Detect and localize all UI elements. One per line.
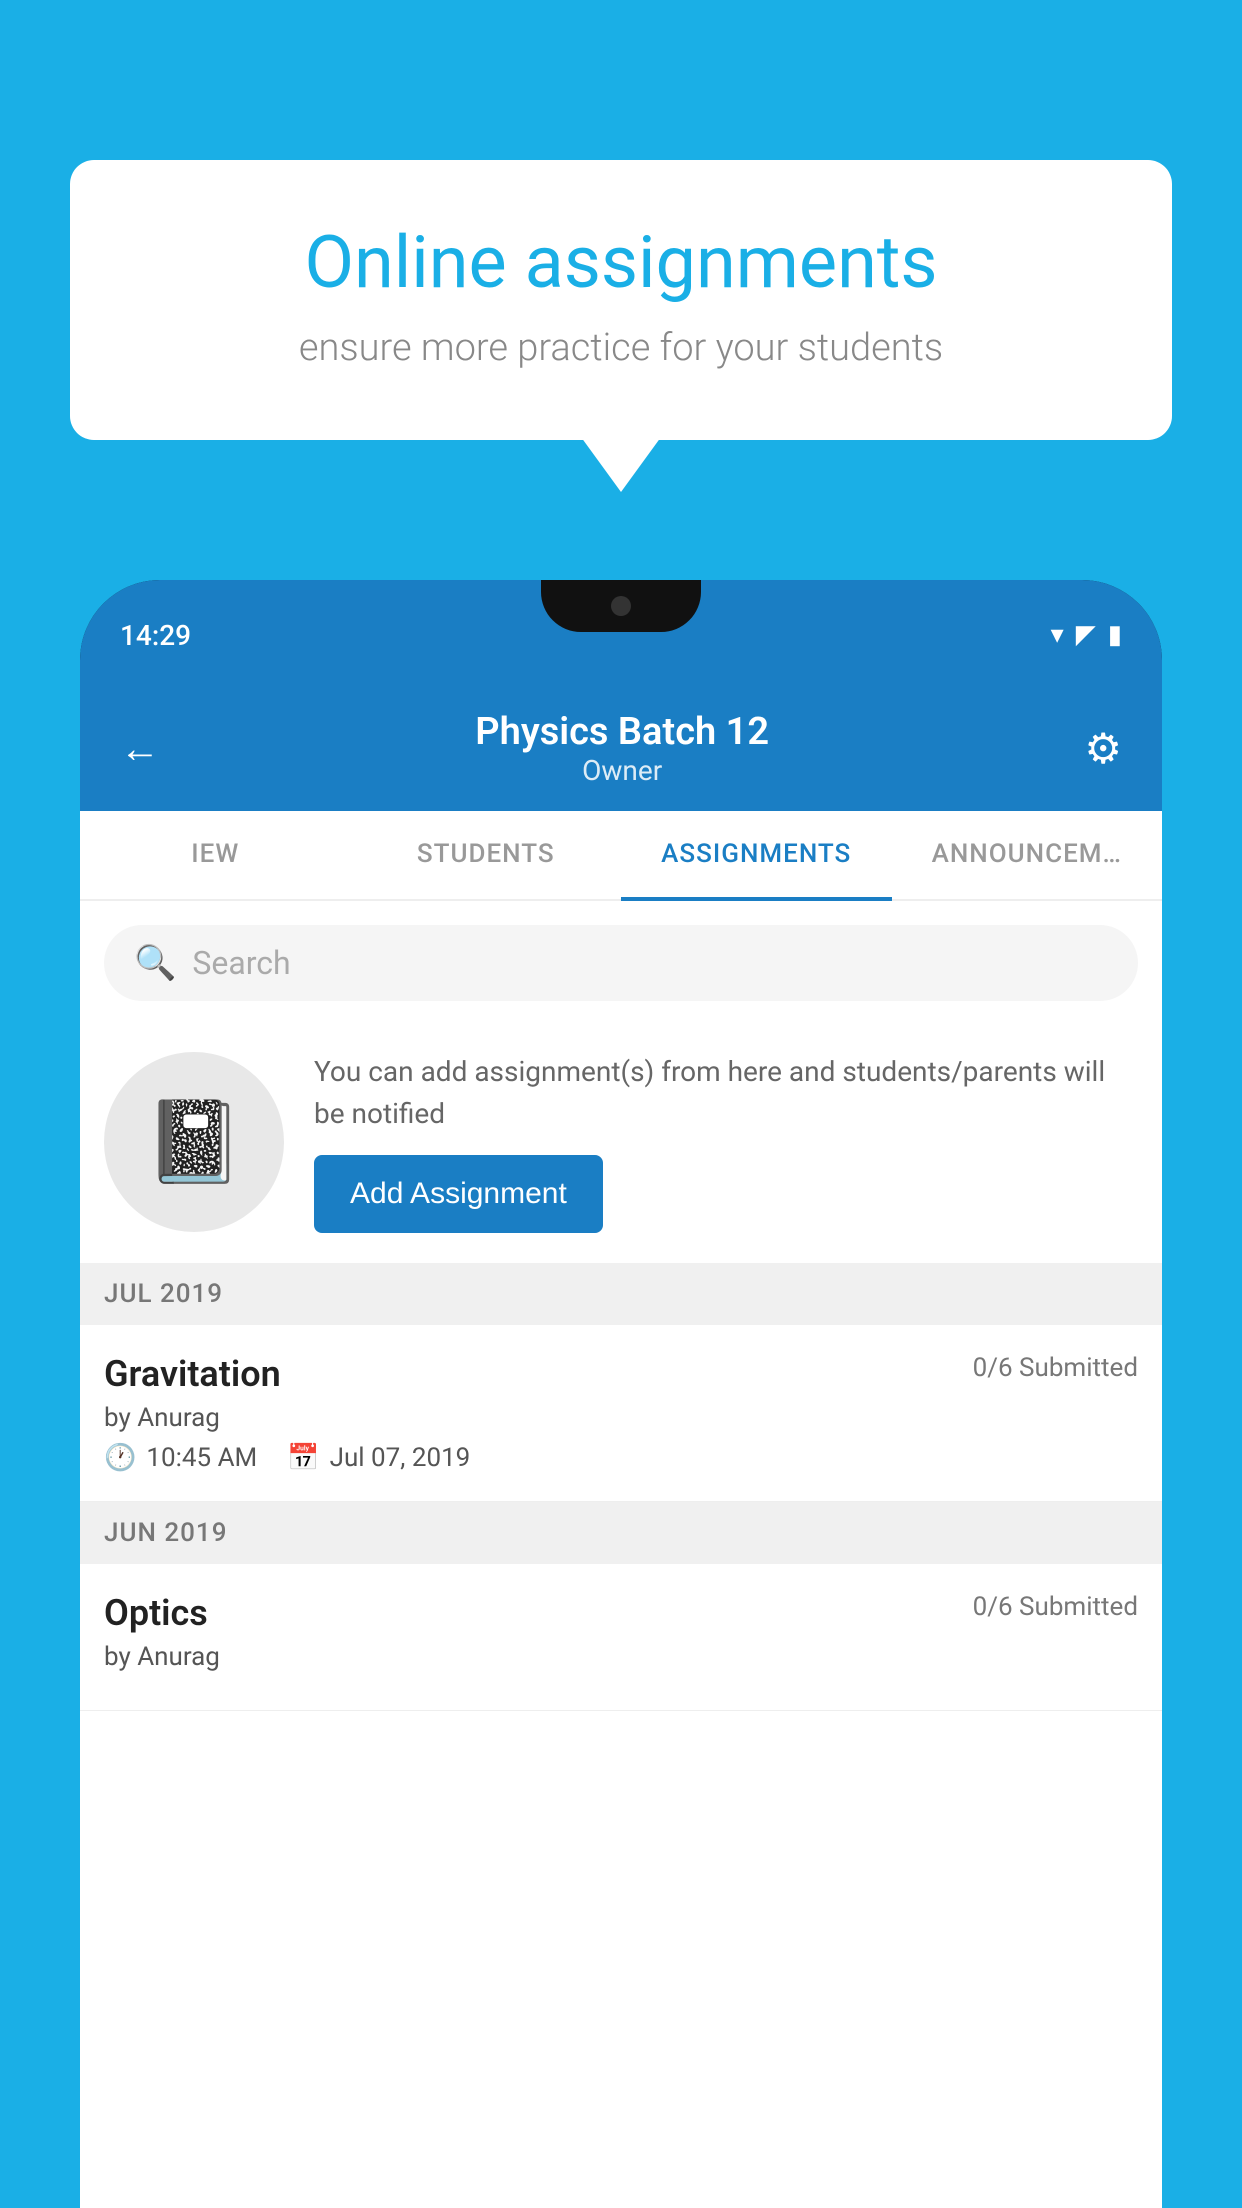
header-title: Physics Batch 12 xyxy=(475,710,769,754)
settings-icon[interactable]: ⚙ xyxy=(1084,724,1122,774)
assignment-title-gravitation: Gravitation xyxy=(104,1353,281,1395)
header-center: Physics Batch 12 Owner xyxy=(475,710,769,787)
promo-right: You can add assignment(s) from here and … xyxy=(314,1051,1138,1233)
battery-icon: ▮ xyxy=(1108,620,1122,650)
header-subtitle: Owner xyxy=(475,754,769,787)
assignment-date-gravitation: 📅 Jul 07, 2019 xyxy=(287,1443,470,1473)
signal-icon: ◤ xyxy=(1076,620,1096,650)
speech-bubble-container: Online assignments ensure more practice … xyxy=(70,160,1172,440)
notch xyxy=(541,580,701,632)
section-header-jul: JUL 2019 xyxy=(80,1263,1162,1325)
speech-bubble: Online assignments ensure more practice … xyxy=(70,160,1172,440)
tabs: IEW STUDENTS ASSIGNMENTS ANNOUNCEM… xyxy=(80,811,1162,901)
status-bar: 14:29 ▾ ◤ ▮ xyxy=(80,580,1162,690)
assignment-time-gravitation: 🕐 10:45 AM xyxy=(104,1443,257,1473)
assignment-title-optics: Optics xyxy=(104,1592,208,1634)
speech-bubble-title: Online assignments xyxy=(140,220,1102,306)
notebook-icon: 📓 xyxy=(144,1095,244,1189)
section-header-jun: JUN 2019 xyxy=(80,1502,1162,1564)
promo-text: You can add assignment(s) from here and … xyxy=(314,1051,1138,1135)
assignment-author-optics: by Anurag xyxy=(104,1642,1138,1672)
camera xyxy=(611,596,631,616)
assignment-item-optics[interactable]: Optics 0/6 Submitted by Anurag xyxy=(80,1564,1162,1711)
tab-assignments[interactable]: ASSIGNMENTS xyxy=(621,811,892,901)
content-area: 🔍 Search 📓 You can add assignment(s) fro… xyxy=(80,901,1162,2208)
status-time: 14:29 xyxy=(120,619,191,652)
search-bar[interactable]: 🔍 Search xyxy=(104,925,1138,1001)
assignment-item-gravitation[interactable]: Gravitation 0/6 Submitted by Anurag 🕐 10… xyxy=(80,1325,1162,1502)
speech-bubble-subtitle: ensure more practice for your students xyxy=(140,326,1102,370)
tab-students[interactable]: STUDENTS xyxy=(351,811,622,899)
promo-icon-circle: 📓 xyxy=(104,1052,284,1232)
time-value-gravitation: 10:45 AM xyxy=(146,1443,257,1473)
assignment-top-row: Gravitation 0/6 Submitted xyxy=(104,1353,1138,1395)
wifi-icon: ▾ xyxy=(1051,620,1064,650)
assignment-author-gravitation: by Anurag xyxy=(104,1403,1138,1433)
add-assignment-button[interactable]: Add Assignment xyxy=(314,1155,603,1233)
phone-frame: 14:29 ▾ ◤ ▮ ← Physics Batch 12 Owner ⚙ I… xyxy=(80,580,1162,2208)
tab-iew[interactable]: IEW xyxy=(80,811,351,899)
promo-section: 📓 You can add assignment(s) from here an… xyxy=(80,1021,1162,1263)
assignment-top-row-optics: Optics 0/6 Submitted xyxy=(104,1592,1138,1634)
app-header: ← Physics Batch 12 Owner ⚙ xyxy=(80,690,1162,811)
tab-announcements[interactable]: ANNOUNCEM… xyxy=(892,811,1163,899)
search-icon: 🔍 xyxy=(134,943,176,983)
assignment-status-optics: 0/6 Submitted xyxy=(973,1592,1138,1622)
back-button[interactable]: ← xyxy=(120,725,160,772)
clock-icon: 🕐 xyxy=(104,1443,136,1473)
search-placeholder: Search xyxy=(192,944,290,982)
assignment-meta-gravitation: 🕐 10:45 AM 📅 Jul 07, 2019 xyxy=(104,1443,1138,1473)
assignment-status-gravitation: 0/6 Submitted xyxy=(973,1353,1138,1383)
status-icons: ▾ ◤ ▮ xyxy=(1051,620,1122,650)
calendar-icon: 📅 xyxy=(287,1443,319,1473)
date-value-gravitation: Jul 07, 2019 xyxy=(330,1443,471,1473)
